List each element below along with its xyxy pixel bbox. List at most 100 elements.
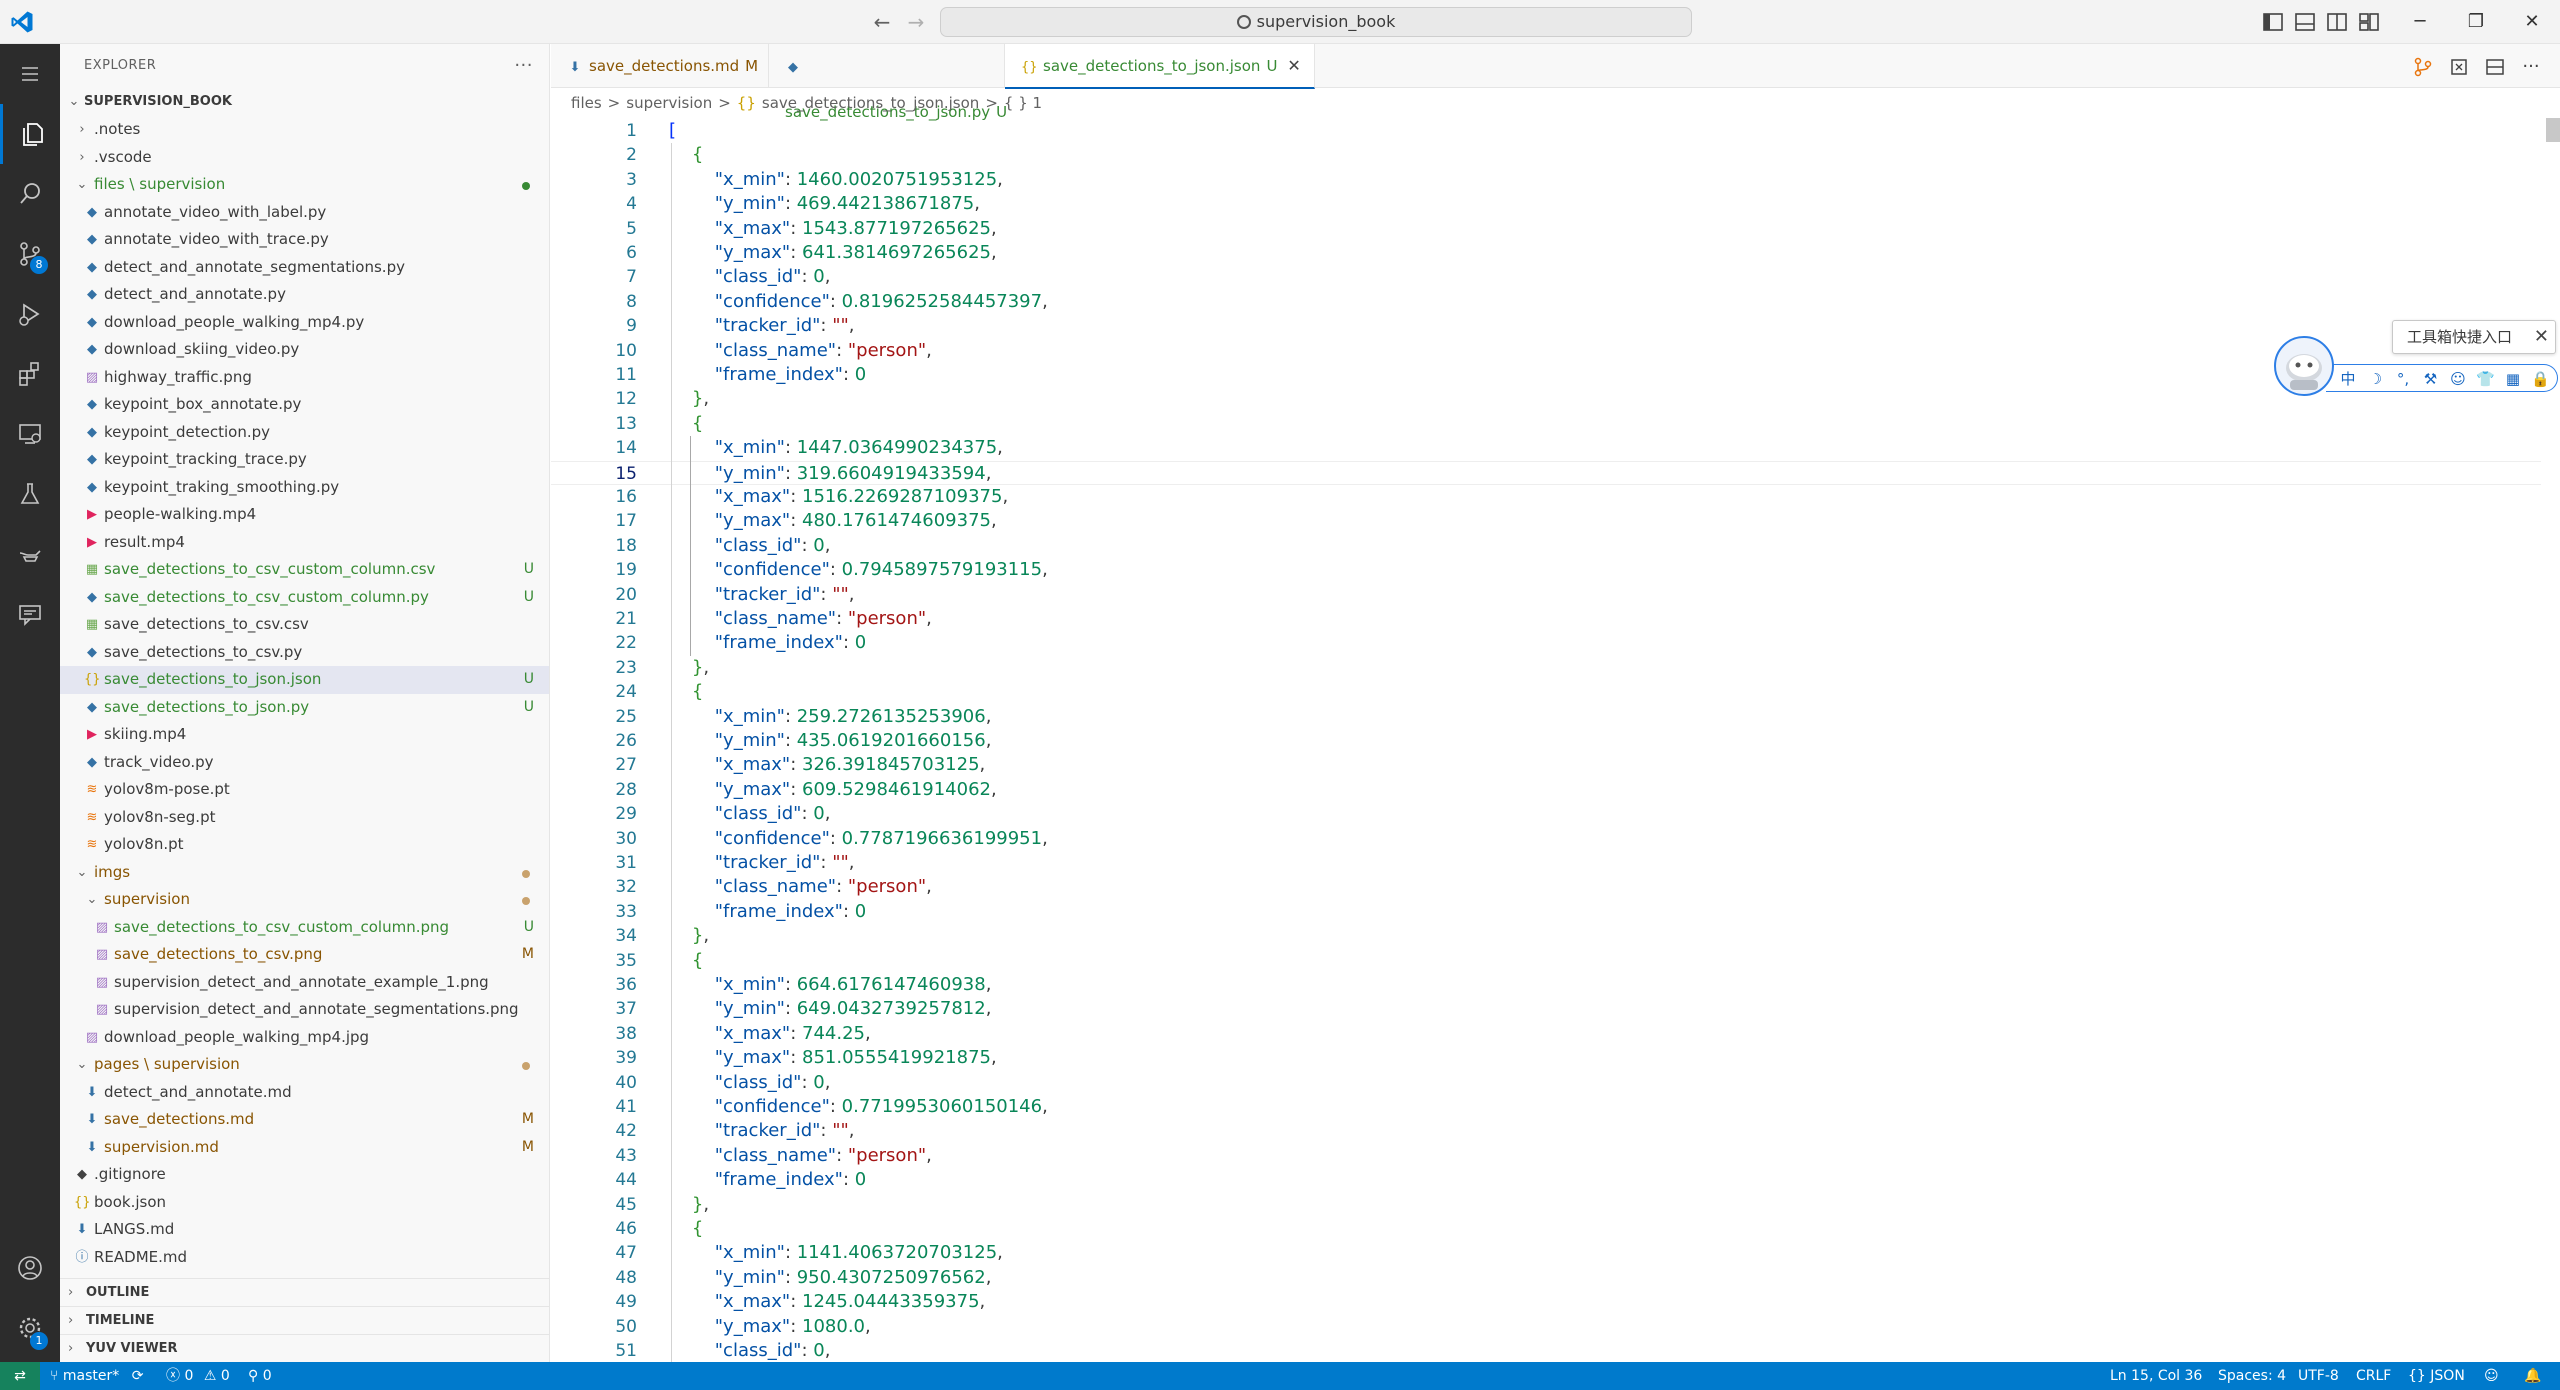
close-window-button[interactable]: ✕: [2504, 0, 2560, 44]
editor-scrollbar-thumb[interactable]: [2546, 118, 2560, 142]
code-line[interactable]: 4 "y_min": 469.442138671875,: [551, 192, 2541, 216]
remote-explorer-view-button[interactable]: [0, 404, 60, 464]
comments-view-button[interactable]: [0, 584, 60, 644]
open-changes-icon[interactable]: [2412, 56, 2434, 78]
sidebar-panel-outline[interactable]: › OUTLINE: [60, 1278, 549, 1306]
code-line[interactable]: 43 "class_name": "person",: [551, 1144, 2541, 1168]
breadcrumb-item[interactable]: supervision: [626, 94, 712, 112]
cursor-position-button[interactable]: Ln 15, Col 36: [2110, 1362, 2202, 1390]
code-line[interactable]: 8 "confidence": 0.8196252584457397,: [551, 290, 2541, 314]
assistant-avatar[interactable]: [2274, 336, 2334, 396]
folder-item[interactable]: › .notes: [60, 116, 549, 144]
explorer-view-button[interactable]: [0, 104, 60, 164]
emoji-icon[interactable]: ☺: [2448, 369, 2468, 389]
file-item[interactable]: ◆ save_detections_to_csv.py: [60, 639, 549, 667]
file-item[interactable]: ▦ save_detections_to_csv_custom_column.cs…: [60, 556, 549, 584]
breadcrumb-item[interactable]: { } 1: [1004, 94, 1042, 112]
code-line[interactable]: 9 "tracker_id": "",: [551, 314, 2541, 338]
file-item[interactable]: ◆ .gitignore: [60, 1161, 549, 1189]
code-line[interactable]: 20 "tracker_id": "",: [551, 583, 2541, 607]
customize-layout-icon[interactable]: [2358, 11, 2380, 33]
code-line[interactable]: 14 "x_min": 1447.0364990234375,: [551, 436, 2541, 460]
code-line[interactable]: 41 "confidence": 0.7719953060150146,: [551, 1095, 2541, 1119]
code-line[interactable]: 1[: [551, 119, 2541, 143]
file-item[interactable]: {} book.json: [60, 1189, 549, 1217]
code-line[interactable]: 40 "class_id": 0,: [551, 1071, 2541, 1095]
file-item[interactable]: ▶ people-walking.mp4: [60, 501, 549, 529]
file-item[interactable]: ▨ supervision_detect_and_annotate_segment…: [60, 996, 549, 1024]
code-line[interactable]: 42 "tracker_id": "",: [551, 1119, 2541, 1143]
toolbox-close-button[interactable]: ✕: [2534, 321, 2549, 353]
code-line[interactable]: 21 "class_name": "person",: [551, 607, 2541, 631]
file-item[interactable]: ▦ save_detections_to_csv.csv: [60, 611, 549, 639]
editor-tab[interactable]: {} save_detections_to_json.json U ✕: [1005, 44, 1315, 89]
compare-changes-icon[interactable]: [2448, 56, 2470, 78]
code-line[interactable]: 34 },: [551, 924, 2541, 948]
code-line[interactable]: 10 "class_name": "person",: [551, 339, 2541, 363]
source-control-view-button[interactable]: 8: [0, 224, 60, 284]
skin-icon[interactable]: 👕: [2476, 369, 2496, 389]
code-line[interactable]: 22 "frame_index": 0: [551, 631, 2541, 655]
workspace-root[interactable]: ⌄ SUPERVISION_BOOK: [60, 88, 549, 116]
file-item[interactable]: ▶ skiing.mp4: [60, 721, 549, 749]
remote-indicator-button[interactable]: ⇄: [0, 1362, 40, 1390]
file-item[interactable]: ≋ yolov8n.pt: [60, 831, 549, 859]
file-item[interactable]: ◆ detect_and_annotate_segmentations.py: [60, 254, 549, 282]
language-mode-button[interactable]: {} JSON: [2408, 1362, 2465, 1390]
code-line[interactable]: 7 "class_id": 0,: [551, 265, 2541, 289]
grid-icon[interactable]: ▦: [2503, 369, 2523, 389]
code-line[interactable]: 17 "y_max": 480.1761474609375,: [551, 509, 2541, 533]
code-line[interactable]: 11 "frame_index": 0: [551, 363, 2541, 387]
toggle-secondary-sidebar-icon[interactable]: [2326, 11, 2348, 33]
file-item[interactable]: ▨ save_detections_to_csv.png M: [60, 941, 549, 969]
menu-button[interactable]: [0, 44, 60, 104]
file-item[interactable]: ◆ save_detections_to_json.py U: [60, 694, 549, 722]
code-line[interactable]: 23 },: [551, 656, 2541, 680]
forward-button[interactable]: →: [904, 10, 928, 34]
code-editor[interactable]: 1[2 {3 "x_min": 1460.0020751953125, 4 "y_…: [551, 119, 2541, 1362]
file-item[interactable]: ▶ result.mp4: [60, 529, 549, 557]
file-item[interactable]: ◆ keypoint_box_annotate.py: [60, 391, 549, 419]
command-center-search[interactable]: supervision_book: [940, 7, 1692, 37]
minimize-button[interactable]: ─: [2392, 0, 2448, 44]
code-line[interactable]: 44 "frame_index": 0: [551, 1168, 2541, 1192]
file-item[interactable]: ◆ detect_and_annotate.py: [60, 281, 549, 309]
code-line[interactable]: 30 "confidence": 0.7787196636199951,: [551, 827, 2541, 851]
file-item[interactable]: ◆ keypoint_detection.py: [60, 419, 549, 447]
explorer-more-actions-button[interactable]: ···: [514, 44, 533, 88]
code-line[interactable]: 29 "class_id": 0,: [551, 802, 2541, 826]
code-line[interactable]: 46 {: [551, 1217, 2541, 1241]
file-item[interactable]: ◆ keypoint_traking_smoothing.py: [60, 474, 549, 502]
code-line[interactable]: 50 "y_max": 1080.0,: [551, 1315, 2541, 1339]
eol-button[interactable]: CRLF: [2356, 1362, 2391, 1390]
toggle-primary-sidebar-icon[interactable]: [2262, 11, 2284, 33]
folder-item[interactable]: ⌄ imgs: [60, 859, 549, 887]
code-line[interactable]: 33 "frame_index": 0: [551, 900, 2541, 924]
file-item[interactable]: ◆ download_people_walking_mp4.py: [60, 309, 549, 337]
code-line[interactable]: 35 {: [551, 949, 2541, 973]
notifications-button[interactable]: 🔔: [2524, 1362, 2541, 1390]
restore-button[interactable]: ❐: [2448, 0, 2504, 44]
file-item[interactable]: ◆ annotate_video_with_trace.py: [60, 226, 549, 254]
encoding-button[interactable]: UTF-8: [2298, 1362, 2339, 1390]
code-line[interactable]: 3 "x_min": 1460.0020751953125,: [551, 168, 2541, 192]
ports-button[interactable]: ⚲ 0: [248, 1362, 272, 1390]
file-item[interactable]: ≋ yolov8n-seg.pt: [60, 804, 549, 832]
file-item[interactable]: ▨ highway_traffic.png: [60, 364, 549, 392]
file-item[interactable]: ⬇ LANGS.md: [60, 1216, 549, 1244]
code-line[interactable]: 27 "x_max": 326.391845703125,: [551, 753, 2541, 777]
genie-view-button[interactable]: [0, 524, 60, 584]
lock-icon[interactable]: 🔒: [2531, 369, 2551, 389]
file-item[interactable]: ⬇ supervision.md M: [60, 1134, 549, 1162]
run-debug-view-button[interactable]: [0, 284, 60, 344]
code-line[interactable]: 16 "x_max": 1516.2269287109375,: [551, 485, 2541, 509]
editor-more-actions-button[interactable]: ···: [2520, 56, 2542, 78]
moon-icon[interactable]: ☽: [2366, 369, 2386, 389]
code-line[interactable]: 24 {: [551, 680, 2541, 704]
breadcrumb-item[interactable]: save_detections_to_json.json: [762, 94, 979, 112]
file-item[interactable]: ⓘ README.md: [60, 1244, 549, 1272]
sidebar-panel-timeline[interactable]: › TIMELINE: [60, 1306, 549, 1334]
folder-item[interactable]: ⌄ files \ supervision: [60, 171, 549, 199]
file-item[interactable]: {} save_detections_to_json.json U: [60, 666, 549, 694]
file-item[interactable]: ≋ yolov8m-pose.pt: [60, 776, 549, 804]
